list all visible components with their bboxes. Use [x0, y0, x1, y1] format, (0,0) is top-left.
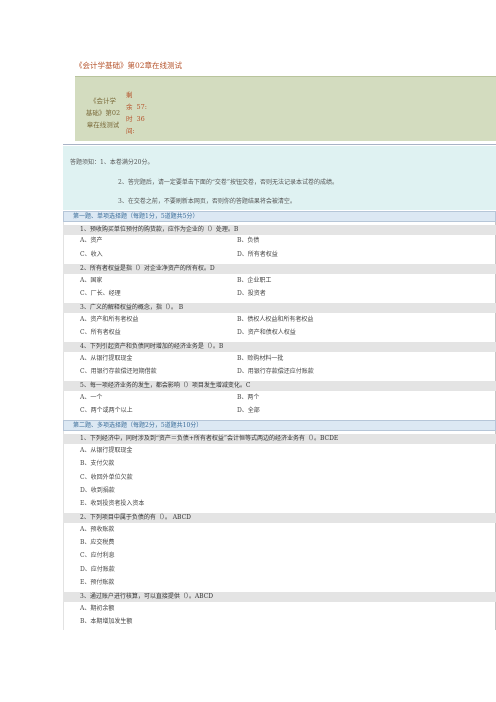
- instruction-1: 答题须知：1、本卷满分20分。: [70, 159, 154, 166]
- question: 3、通过账户进行核算，可以直接提供（）。ABCD: [63, 592, 496, 602]
- option-b[interactable]: B、债权人权益和所有者权益: [237, 315, 313, 325]
- instruction-3: 3、在交卷之前，不要刷新本网页，否则你的答题结果将会被清空。: [118, 198, 296, 205]
- option-a[interactable]: A、一个: [80, 393, 102, 403]
- option-a[interactable]: A、从银行提取现金: [80, 354, 132, 364]
- question: 1、下列经济中，同时涉及到“资产＝负债+所有者权益”会计恒等式两边的经济业务有（…: [63, 434, 496, 444]
- option-b[interactable]: B、两个: [237, 393, 259, 403]
- option-b[interactable]: B、本期增加发生额: [80, 617, 132, 627]
- option-c[interactable]: C、两个或两个以上: [80, 406, 133, 416]
- test-name: 《会计学 基础》第02 章在线测试: [84, 95, 122, 131]
- option-d[interactable]: D、应付账款: [80, 565, 115, 575]
- test-name-line: 章在线测试: [86, 121, 120, 129]
- timer-seconds: 36: [136, 115, 145, 123]
- option-d[interactable]: D、全部: [237, 406, 260, 416]
- test-name-line: 《会计学: [90, 97, 116, 105]
- question: 3、广义的解释权益的概念，指（）。 B: [63, 303, 496, 313]
- test-name-line: 基础》第02: [85, 109, 121, 117]
- option-c[interactable]: C、收入: [80, 250, 103, 260]
- question: 5、每一项经济业务的发生，都会影响（）项目发生增减变化。C: [63, 381, 496, 391]
- option-e[interactable]: E、预付账款: [80, 578, 114, 588]
- divider: [63, 144, 496, 145]
- question: 1、预收购买单位预付的购货款，应作为企业的（）处理。B: [63, 225, 496, 235]
- option-d[interactable]: D、收到捐款: [80, 486, 115, 496]
- option-a[interactable]: A、资产: [80, 236, 102, 246]
- option-c[interactable]: C、收回外单位欠款: [80, 473, 133, 483]
- option-d[interactable]: D、用银行存款偿还应付账款: [237, 367, 314, 377]
- remain-label-char: 时: [126, 115, 133, 123]
- option-a[interactable]: A、预收账款: [80, 525, 114, 535]
- test-header: 《会计学 基础》第02 章在线测试 剩 余 57: 时 36 间:: [75, 76, 496, 141]
- question: 4、下列引起资产和负债同时增加的经济业务是（）。B: [63, 342, 496, 352]
- option-c[interactable]: C、所有者权益: [80, 328, 121, 338]
- option-d[interactable]: D、所有者权益: [237, 250, 278, 260]
- section-heading-single-choice: 第一题、单项选择题（每题1分，5道题共5分）: [63, 211, 496, 222]
- option-b[interactable]: B、支付欠款: [80, 459, 114, 469]
- option-b[interactable]: B、应交税费: [80, 538, 114, 548]
- remain-label-char: 间:: [126, 127, 135, 135]
- instructions-box: 答题须知：1、本卷满分20分。 2、答完题后，请一定要单击下面的“交卷”按钮交卷…: [63, 146, 496, 210]
- option-a[interactable]: A、资产和所有者权益: [80, 315, 138, 325]
- question: 2、下列项目中属于负债的有（）。 ABCD: [63, 513, 496, 523]
- option-a[interactable]: A、国家: [80, 276, 102, 286]
- option-b[interactable]: B、负债: [237, 236, 259, 246]
- option-d[interactable]: D、投资者: [237, 289, 266, 299]
- option-e[interactable]: E、收到投资者投入资本: [80, 499, 144, 509]
- option-b[interactable]: B、企业职工: [237, 276, 271, 286]
- section-heading-multiple-choice: 第二题、多项选择题（每题2分，5道题共10分）: [63, 420, 496, 431]
- page-title: 《会计学基础》第02章在线测试: [75, 61, 183, 70]
- question: 2、所有者权益是指（）对企业净资产的所有权。D: [63, 264, 496, 274]
- remain-label-char: 余: [126, 103, 133, 111]
- remain-label-char: 剩: [126, 91, 133, 99]
- option-a[interactable]: A、期初余额: [80, 604, 114, 614]
- option-b[interactable]: B、赊购材料一批: [237, 354, 283, 364]
- option-c[interactable]: C、应付利息: [80, 551, 115, 561]
- timer-minutes: 57:: [136, 103, 147, 111]
- option-d[interactable]: D、资产和债权人权益: [237, 328, 296, 338]
- remaining-time: 剩 余 57: 时 36 间:: [126, 89, 147, 137]
- instruction-2: 2、答完题后，请一定要单击下面的“交卷”按钮交卷，否则无法记录本试卷的成绩。: [118, 179, 338, 186]
- option-c[interactable]: C、用银行存款偿还短期借款: [80, 367, 157, 377]
- option-c[interactable]: C、厂长、经理: [80, 289, 121, 299]
- option-a[interactable]: A、从银行提取现金: [80, 446, 132, 456]
